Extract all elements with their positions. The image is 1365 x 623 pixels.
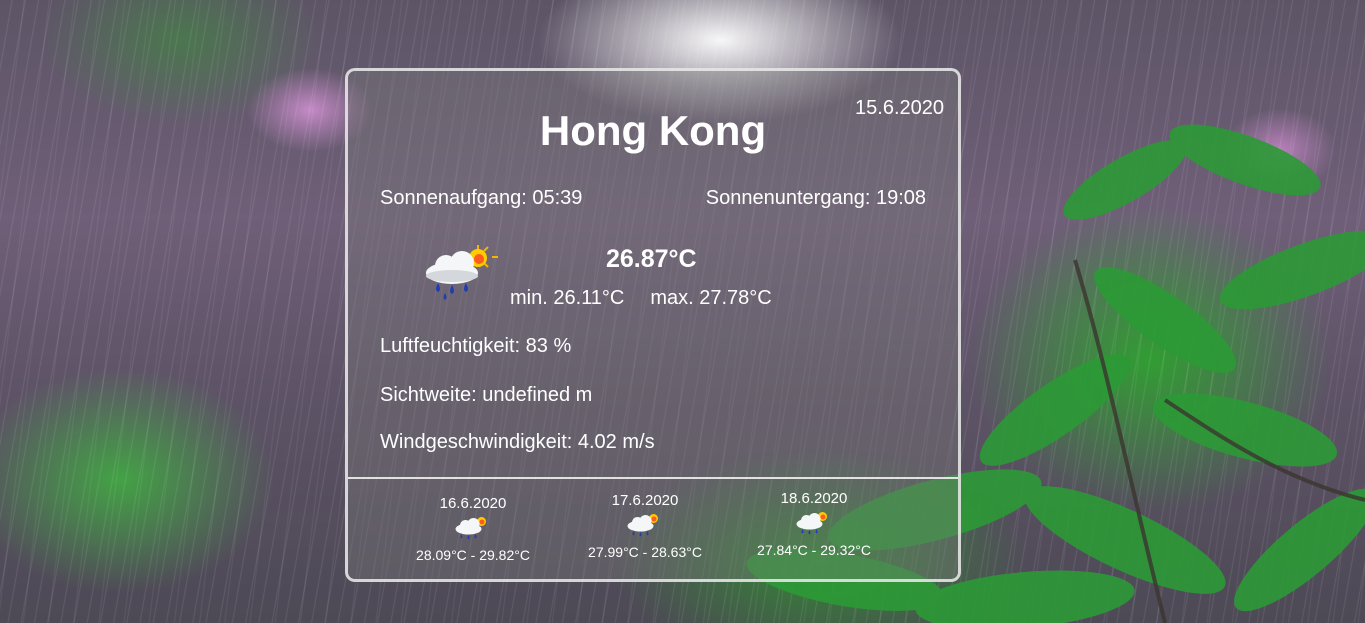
rain-cloud-sun-icon [455, 517, 486, 540]
sunrise-label: Sonnenaufgang: 05:39 [380, 187, 583, 209]
min-max-temperature: min. 26.11°C max. 27.78°C [510, 287, 772, 310]
current-temperature: 26.87°C [606, 245, 697, 273]
forecast-divider [348, 477, 958, 479]
wind-speed-label: Windgeschwindigkeit: 4.02 m/s [380, 431, 655, 453]
weather-card: 15.6.2020 Hong Kong Sonnenaufgang: 05:39… [345, 68, 961, 582]
forecast-day: 18.6.2020 27.84°C - 29.32°C [739, 490, 889, 558]
forecast-temperature-range: 27.84°C - 29.32°C [757, 542, 871, 558]
city-name: Hong Kong [539, 107, 767, 154]
forecast-temperature-range: 28.09°C - 29.82°C [416, 547, 530, 563]
humidity-label: Luftfeuchtigkeit: 83 % [380, 335, 572, 357]
min-temperature: min. 26.11°C [510, 287, 625, 309]
rain-cloud-sun-icon [796, 512, 827, 535]
forecast-temperature-range: 27.99°C - 28.63°C [588, 544, 702, 560]
forecast-day: 17.6.2020 27.99°C - 28.63°C [570, 492, 720, 560]
visibility-label: Sichtweite: undefined m [380, 384, 593, 406]
forecast-date: 17.6.2020 [611, 492, 679, 509]
forecast-date: 16.6.2020 [439, 495, 507, 512]
rain-cloud-sun-icon [627, 514, 658, 537]
forecast-day: 16.6.2020 28.09°C - 29.82°C [398, 495, 548, 563]
max-temperature: max. 27.78°C [650, 287, 772, 309]
sun-times: Sonnenaufgang: 05:39 Sonnenuntergang: 19… [380, 187, 926, 210]
rain-cloud-sun-icon [426, 245, 498, 300]
sunset-label: Sonnenuntergang: 19:08 [705, 187, 926, 209]
forecast-date: 18.6.2020 [780, 490, 848, 507]
